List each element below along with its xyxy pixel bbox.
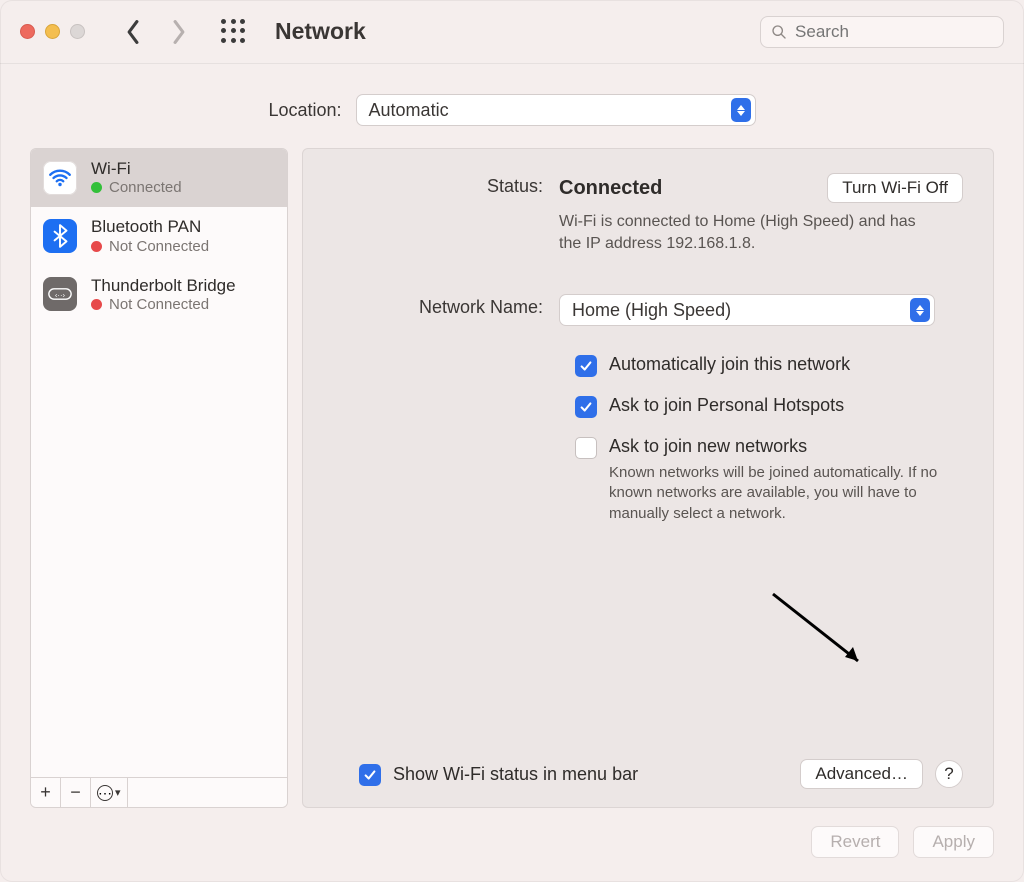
ask-new-networks-desc: Known networks will be joined automatica… bbox=[609, 463, 963, 524]
nav-arrows bbox=[125, 19, 187, 45]
status-description: Wi-Fi is connected to Home (High Speed) … bbox=[559, 211, 939, 254]
content: Wi-Fi Connected Bluetooth PAN bbox=[0, 148, 1024, 808]
sidebar-item-status: Not Connected bbox=[109, 238, 209, 255]
forward-button[interactable] bbox=[171, 19, 187, 45]
detail-panel: Status: Connected Turn Wi-Fi Off Wi-Fi i… bbox=[302, 148, 994, 808]
check-icon bbox=[579, 359, 593, 373]
bluetooth-icon bbox=[43, 219, 77, 253]
svg-text:‹··›: ‹··› bbox=[55, 291, 66, 300]
more-actions-button[interactable]: ⋯ ▾ bbox=[91, 778, 128, 807]
ask-hotspots-checkbox[interactable] bbox=[575, 396, 597, 418]
detail-bottom-bar: Show Wi-Fi status in menu bar Advanced… … bbox=[333, 739, 963, 789]
check-icon bbox=[363, 768, 377, 782]
show-wifi-menubar-label: Show Wi-Fi status in menu bar bbox=[393, 764, 638, 785]
sidebar-item-bluetooth-pan[interactable]: Bluetooth PAN Not Connected bbox=[31, 207, 287, 265]
stepper-icon bbox=[731, 98, 751, 122]
sidebar-item-status: Not Connected bbox=[109, 296, 209, 313]
auto-join-checkbox[interactable] bbox=[575, 355, 597, 377]
search-input[interactable] bbox=[795, 22, 993, 42]
footer: Revert Apply bbox=[0, 808, 1024, 882]
location-select[interactable]: Automatic bbox=[356, 94, 756, 126]
status-row: Status: Connected Turn Wi-Fi Off Wi-Fi i… bbox=[333, 173, 963, 254]
minimize-window-button[interactable] bbox=[45, 24, 60, 39]
stepper-icon bbox=[910, 298, 930, 322]
network-name-value: Home (High Speed) bbox=[572, 300, 731, 321]
sidebar-item-status: Connected bbox=[109, 179, 182, 196]
check-icon bbox=[579, 400, 593, 414]
ask-hotspots-label: Ask to join Personal Hotspots bbox=[609, 395, 844, 416]
ellipsis-icon: ⋯ bbox=[97, 785, 113, 801]
advanced-button[interactable]: Advanced… bbox=[800, 759, 923, 789]
sidebar-item-wifi[interactable]: Wi-Fi Connected bbox=[31, 149, 287, 207]
interfaces-sidebar: Wi-Fi Connected Bluetooth PAN bbox=[30, 148, 288, 808]
revert-button[interactable]: Revert bbox=[811, 826, 899, 858]
add-interface-button[interactable]: + bbox=[31, 778, 61, 807]
network-name-label: Network Name: bbox=[333, 294, 543, 318]
help-button[interactable]: ? bbox=[935, 760, 963, 788]
status-dot-icon bbox=[91, 299, 102, 310]
status-value: Connected bbox=[559, 177, 662, 200]
page-title: Network bbox=[275, 18, 366, 45]
auto-join-checkbox-row: Automatically join this network bbox=[575, 354, 963, 377]
location-selected-value: Automatic bbox=[369, 100, 449, 121]
ask-new-networks-label: Ask to join new networks bbox=[609, 436, 963, 457]
turn-wifi-off-button[interactable]: Turn Wi-Fi Off bbox=[827, 173, 963, 203]
wifi-icon bbox=[43, 161, 77, 195]
location-row: Location: Automatic bbox=[0, 64, 1024, 148]
chevron-down-icon: ▾ bbox=[115, 786, 121, 799]
traffic-lights bbox=[20, 24, 85, 39]
ask-hotspots-checkbox-row: Ask to join Personal Hotspots bbox=[575, 395, 963, 418]
search-field[interactable] bbox=[760, 16, 1004, 48]
search-icon bbox=[771, 23, 787, 41]
status-dot-icon bbox=[91, 241, 102, 252]
apply-button[interactable]: Apply bbox=[913, 826, 994, 858]
network-name-row: Network Name: Home (High Speed) bbox=[333, 294, 963, 326]
status-dot-icon bbox=[91, 182, 102, 193]
annotation-arrow bbox=[763, 589, 883, 679]
sidebar-item-label: Wi-Fi bbox=[91, 159, 182, 179]
status-label: Status: bbox=[333, 173, 543, 197]
titlebar: Network bbox=[0, 0, 1024, 64]
close-window-button[interactable] bbox=[20, 24, 35, 39]
network-prefs-window: Network Location: Automatic bbox=[0, 0, 1024, 882]
auto-join-label: Automatically join this network bbox=[609, 354, 850, 375]
show-wifi-menubar-checkbox[interactable] bbox=[359, 764, 381, 786]
ask-new-networks-checkbox-row: Ask to join new networks Known networks … bbox=[575, 436, 963, 524]
sidebar-item-label: Thunderbolt Bridge bbox=[91, 276, 236, 296]
sidebar-toolbar: + − ⋯ ▾ bbox=[31, 777, 287, 807]
thunderbolt-bridge-icon: ‹··› bbox=[43, 277, 77, 311]
sidebar-item-thunderbolt-bridge[interactable]: ‹··› Thunderbolt Bridge Not Connected bbox=[31, 266, 287, 324]
location-label: Location: bbox=[268, 100, 341, 121]
zoom-window-button[interactable] bbox=[70, 24, 85, 39]
sidebar-item-label: Bluetooth PAN bbox=[91, 217, 209, 237]
interfaces-list: Wi-Fi Connected Bluetooth PAN bbox=[31, 149, 287, 777]
back-button[interactable] bbox=[125, 19, 141, 45]
network-name-select[interactable]: Home (High Speed) bbox=[559, 294, 935, 326]
remove-interface-button[interactable]: − bbox=[61, 778, 91, 807]
ask-new-networks-checkbox[interactable] bbox=[575, 437, 597, 459]
show-all-prefs-button[interactable] bbox=[221, 19, 247, 45]
